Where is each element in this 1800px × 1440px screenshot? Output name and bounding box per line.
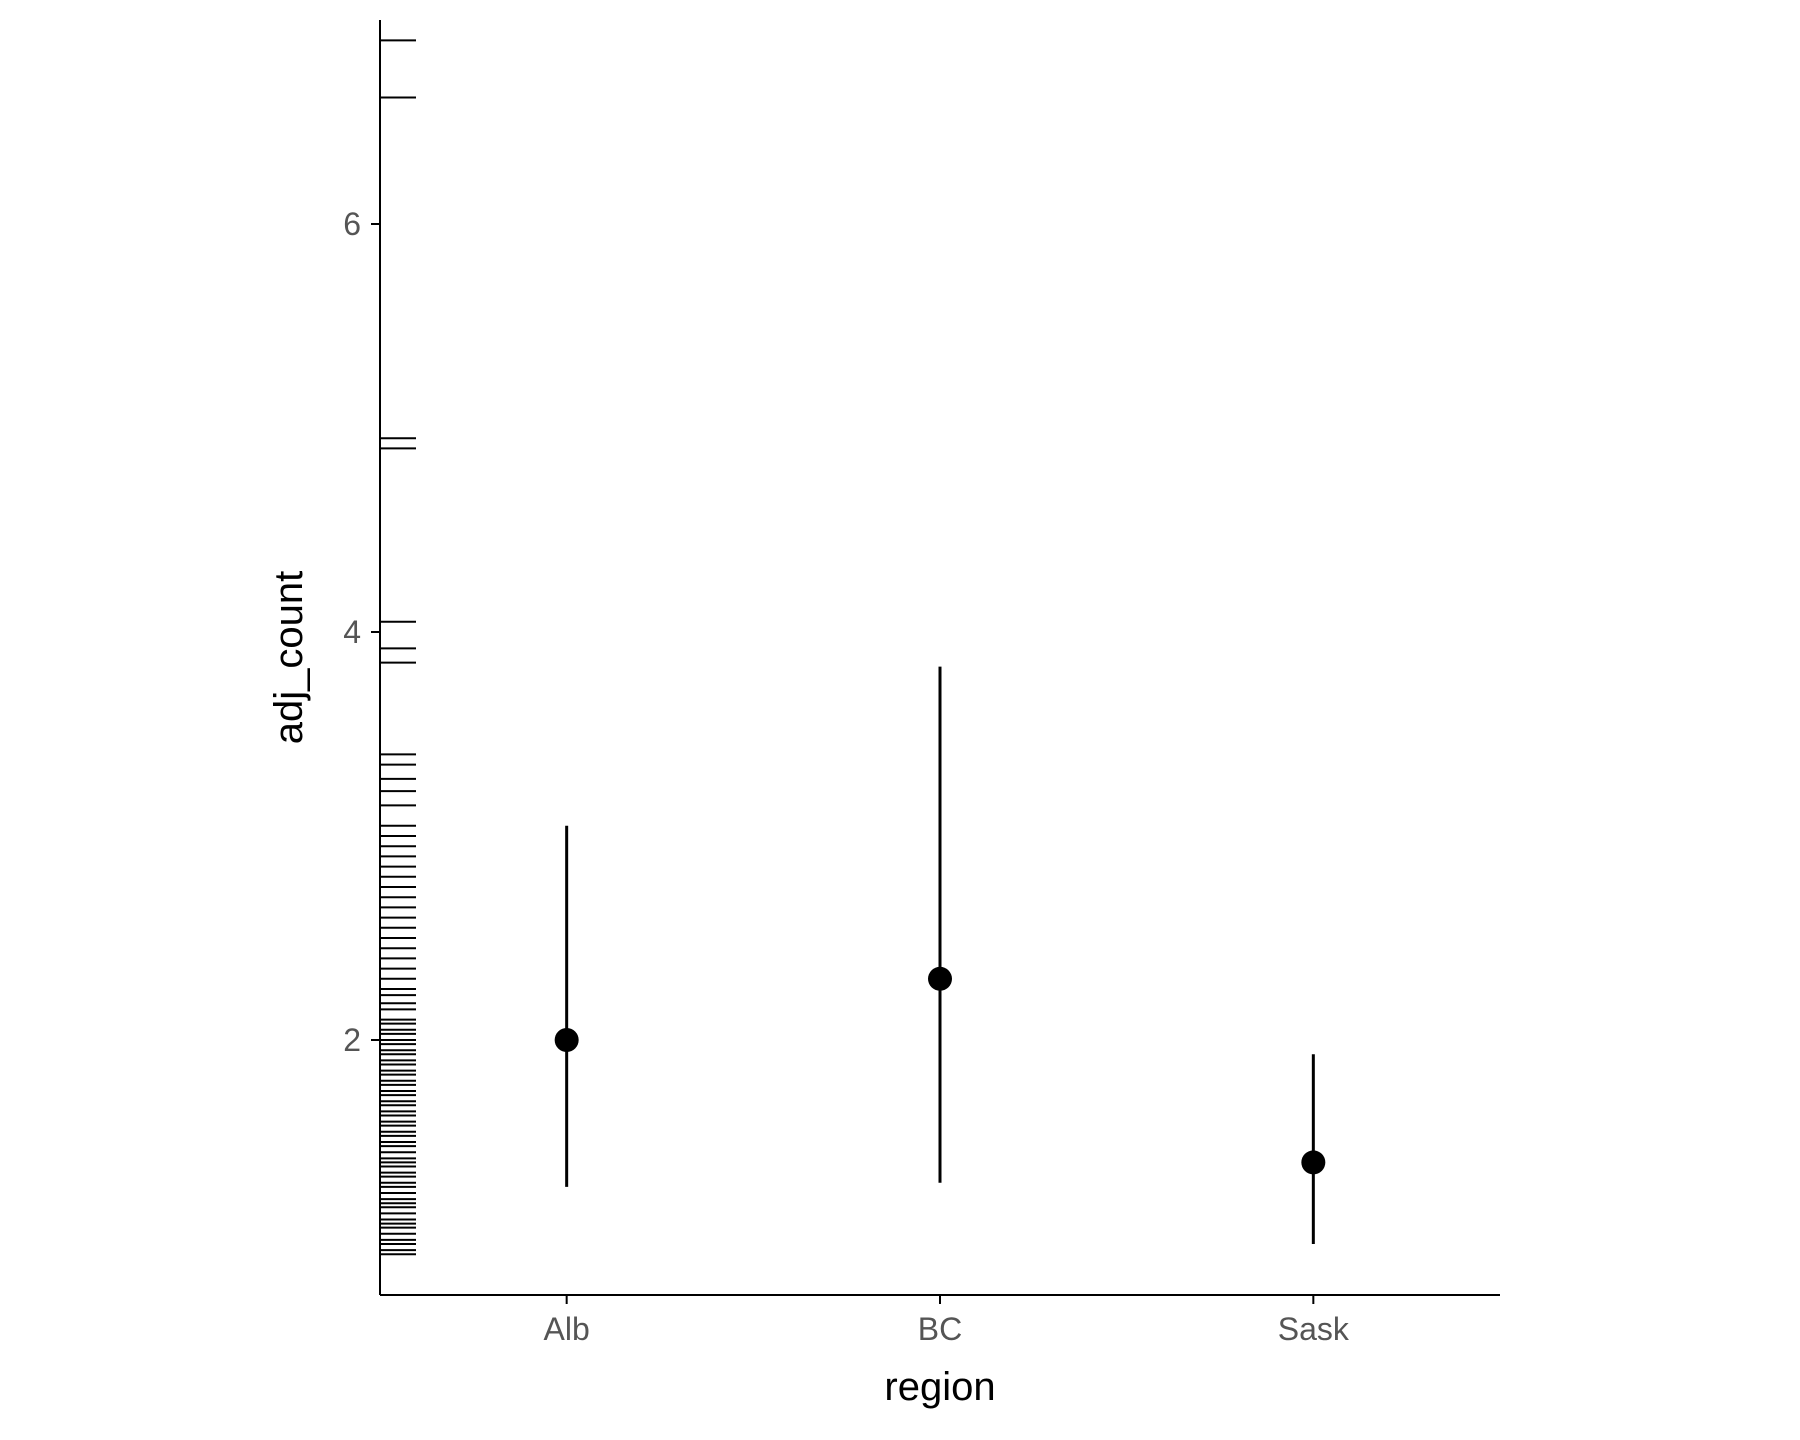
y-tick-label: 2 xyxy=(343,1022,361,1058)
data-point xyxy=(555,1028,579,1052)
y-axis-title: adj_count xyxy=(270,571,311,744)
y-tick-label: 4 xyxy=(343,614,361,650)
x-axis-title: region xyxy=(884,1365,995,1409)
chart-svg: 2 4 6 Alb BC Sask region adj_count xyxy=(270,0,1530,1440)
data-point xyxy=(928,967,952,991)
x-tick-label: Alb xyxy=(544,1311,590,1347)
y-tick-label: 6 xyxy=(343,206,361,242)
x-tick-label: BC xyxy=(918,1311,962,1347)
x-tick-label: Sask xyxy=(1278,1311,1350,1347)
data-point xyxy=(1301,1150,1325,1174)
chart-container: 2 4 6 Alb BC Sask region adj_count xyxy=(270,0,1530,1440)
